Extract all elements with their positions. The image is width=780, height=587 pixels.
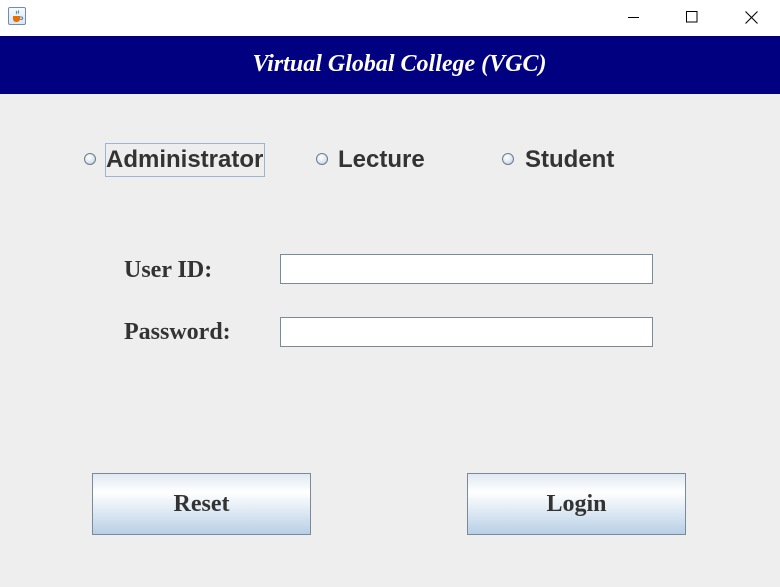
role-label-administrator: Administrator: [105, 143, 266, 177]
role-label-lecture: Lecture: [338, 146, 425, 173]
maximize-button[interactable]: [663, 0, 721, 34]
user-id-input[interactable]: [280, 254, 653, 284]
radio-circle[interactable]: [502, 153, 514, 165]
minimize-button[interactable]: [605, 0, 663, 34]
minimize-icon: [628, 17, 639, 18]
password-label: Password:: [124, 319, 231, 345]
radio-circle[interactable]: [316, 153, 328, 165]
user-id-label: User ID:: [124, 257, 213, 283]
password-input[interactable]: [280, 317, 653, 347]
java-coffee-cup-icon: [8, 7, 26, 25]
role-radio-student[interactable]: Student: [502, 143, 622, 179]
role-label-student: Student: [525, 146, 615, 173]
close-icon: [744, 10, 758, 24]
radio-circle[interactable]: [84, 153, 96, 165]
close-button[interactable]: [722, 0, 780, 34]
header-banner: Virtual Global College (VGC): [0, 36, 780, 94]
maximize-icon: [686, 11, 698, 23]
page-title: Virtual Global College (VGC): [252, 51, 547, 77]
reset-button[interactable]: Reset: [92, 473, 311, 535]
role-radio-lecture[interactable]: Lecture: [316, 143, 436, 179]
role-radio-administrator[interactable]: Administrator: [84, 143, 274, 179]
window-titlebar: [0, 0, 780, 36]
login-button[interactable]: Login: [467, 473, 686, 535]
